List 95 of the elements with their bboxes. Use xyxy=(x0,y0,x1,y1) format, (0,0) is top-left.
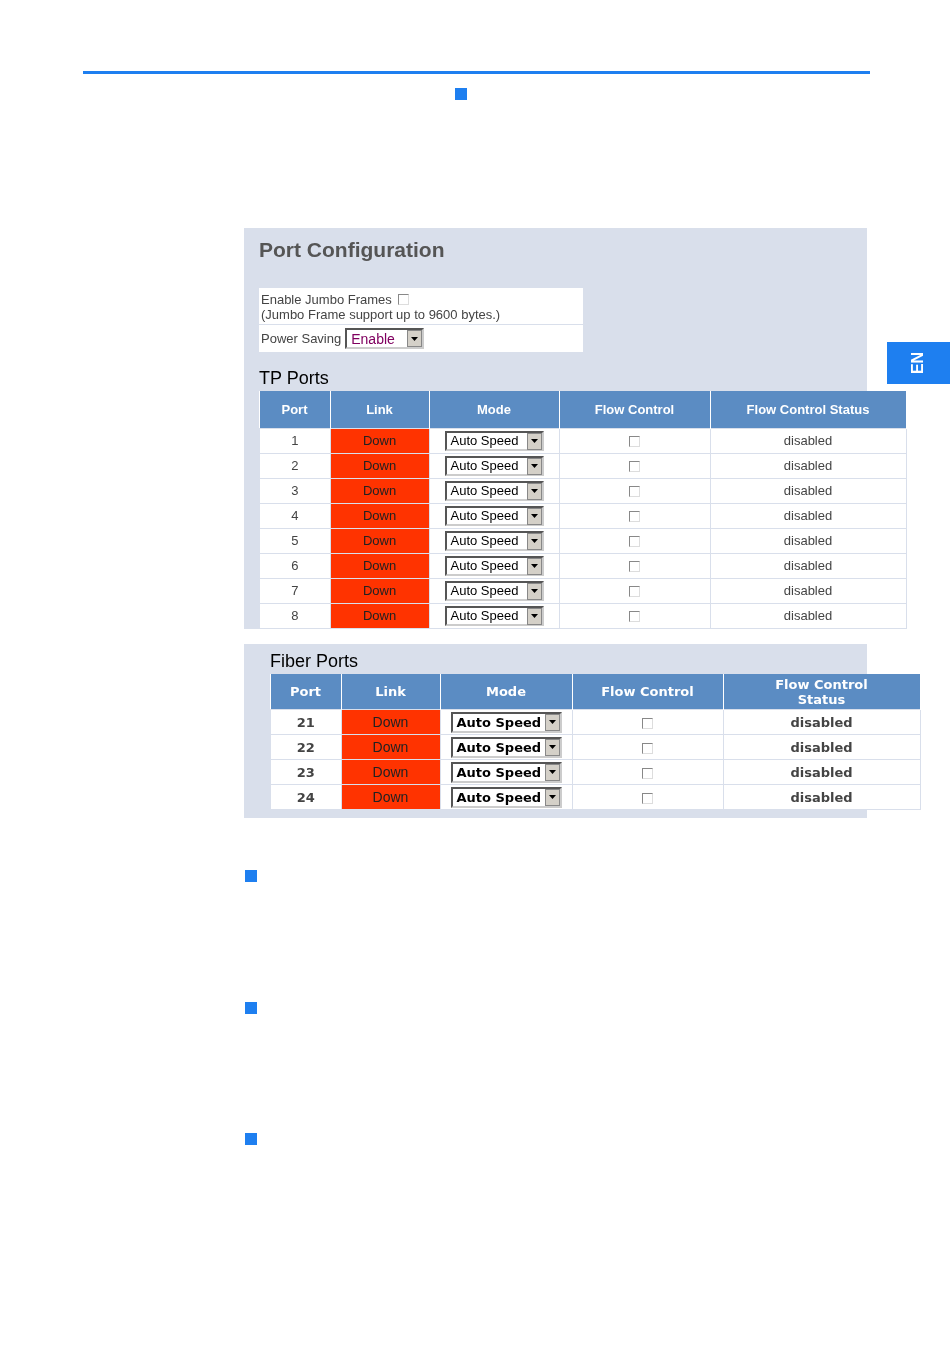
table-cell: disabled xyxy=(723,734,920,760)
link-status-cell: Down xyxy=(341,709,440,735)
jumbo-frames-note: (Jumbo Frame support up to 9600 bytes.) xyxy=(261,307,502,322)
column-header: Link xyxy=(330,391,429,429)
table-cell: 7 xyxy=(259,578,330,604)
table-cell: 4 xyxy=(259,503,330,529)
table-cell: disabled xyxy=(710,428,906,454)
caret-icon xyxy=(544,738,560,756)
table-cell: disabled xyxy=(710,503,906,529)
bullet-icon xyxy=(245,1133,257,1145)
checkbox[interactable] xyxy=(642,717,653,729)
link-status-cell: Down xyxy=(330,453,429,479)
column-header: Flow Control Status xyxy=(710,391,906,429)
link-status-cell: Down xyxy=(341,784,440,810)
checkbox[interactable] xyxy=(629,461,640,473)
table-cell: disabled xyxy=(710,453,906,479)
caret-icon xyxy=(526,532,542,550)
checkbox[interactable] xyxy=(642,792,653,804)
checkbox[interactable] xyxy=(642,767,653,779)
table-cell: disabled xyxy=(710,478,906,504)
column-header: Port xyxy=(270,674,341,710)
column-header: Flow Control xyxy=(572,674,723,710)
bullet-icon xyxy=(245,870,257,882)
table-cell: disabled xyxy=(710,603,906,629)
column-header: Mode xyxy=(429,391,559,429)
caret-icon xyxy=(526,507,542,525)
caret-icon xyxy=(526,482,542,500)
caret-icon xyxy=(544,788,560,806)
power-saving-label: Power Saving xyxy=(261,331,342,346)
link-status-cell: Down xyxy=(341,734,440,760)
mode-dropdown[interactable]: Auto Speed xyxy=(444,581,544,601)
mode-dropdown[interactable]: Auto Speed xyxy=(444,556,544,576)
checkbox[interactable] xyxy=(642,742,653,754)
mode-dropdown[interactable]: Auto Speed xyxy=(444,606,544,626)
section-title: TP Ports xyxy=(259,368,330,389)
power-saving-dropdown[interactable]: Enable xyxy=(345,328,425,349)
checkbox[interactable] xyxy=(629,561,640,573)
mode-dropdown[interactable]: Auto Speed xyxy=(444,531,544,551)
column-header: Port xyxy=(259,391,330,429)
link-status-cell: Down xyxy=(330,553,429,579)
table-cell: 5 xyxy=(259,528,330,554)
jumbo-frames-label: Enable Jumbo Frames xyxy=(261,292,392,307)
bullet-icon xyxy=(245,1002,257,1014)
column-header: Mode xyxy=(440,674,572,710)
section-title: Fiber Ports xyxy=(270,651,360,672)
table-cell: 24 xyxy=(270,784,341,810)
mode-dropdown[interactable]: Auto Speed xyxy=(444,481,544,501)
caret-icon xyxy=(407,330,423,347)
table-cell: disabled xyxy=(723,709,920,735)
table-cell: 3 xyxy=(259,478,330,504)
column-header: Flow Control Status xyxy=(723,674,920,710)
checkbox[interactable] xyxy=(629,536,640,548)
checkbox[interactable] xyxy=(397,294,409,305)
mode-dropdown[interactable]: Auto Speed xyxy=(450,761,562,783)
table-cell: 21 xyxy=(270,709,341,735)
checkbox[interactable] xyxy=(629,611,640,623)
table-cell: disabled xyxy=(723,759,920,785)
panel-title: Port Configuration xyxy=(259,238,446,263)
link-status-cell: Down xyxy=(330,428,429,454)
mode-dropdown[interactable]: Auto Speed xyxy=(444,506,544,526)
caret-icon xyxy=(526,457,542,475)
mode-dropdown[interactable]: Auto Speed xyxy=(444,431,544,451)
table-cell: 2 xyxy=(259,453,330,479)
mode-dropdown[interactable]: Auto Speed xyxy=(450,711,562,733)
link-status-cell: Down xyxy=(330,578,429,604)
caret-icon xyxy=(544,713,560,731)
table-cell: disabled xyxy=(710,578,906,604)
checkbox[interactable] xyxy=(629,436,640,448)
link-status-cell: Down xyxy=(330,528,429,554)
mode-dropdown[interactable]: Auto Speed xyxy=(450,736,562,758)
mode-dropdown[interactable]: Auto Speed xyxy=(450,786,562,808)
table-cell: 22 xyxy=(270,734,341,760)
checkbox[interactable] xyxy=(629,511,640,523)
caret-icon xyxy=(526,582,542,600)
table-cell: disabled xyxy=(723,784,920,810)
table-cell: disabled xyxy=(710,528,906,554)
table-cell: disabled xyxy=(710,553,906,579)
link-status-cell: Down xyxy=(341,759,440,785)
caret-icon xyxy=(526,607,542,625)
caret-icon xyxy=(526,557,542,575)
table-cell: 1 xyxy=(259,428,330,454)
table-cell: 8 xyxy=(259,603,330,629)
table-cell: 23 xyxy=(270,759,341,785)
column-header: Link xyxy=(341,674,440,710)
link-status-cell: Down xyxy=(330,503,429,529)
bullet-icon xyxy=(455,88,467,100)
link-status-cell: Down xyxy=(330,603,429,629)
caret-icon xyxy=(544,763,560,781)
mode-dropdown[interactable]: Auto Speed xyxy=(444,456,544,476)
checkbox[interactable] xyxy=(629,586,640,598)
caret-icon xyxy=(526,432,542,450)
link-status-cell: Down xyxy=(330,478,429,504)
column-header: Flow Control xyxy=(559,391,710,429)
checkbox[interactable] xyxy=(629,486,640,498)
table-cell: 6 xyxy=(259,553,330,579)
